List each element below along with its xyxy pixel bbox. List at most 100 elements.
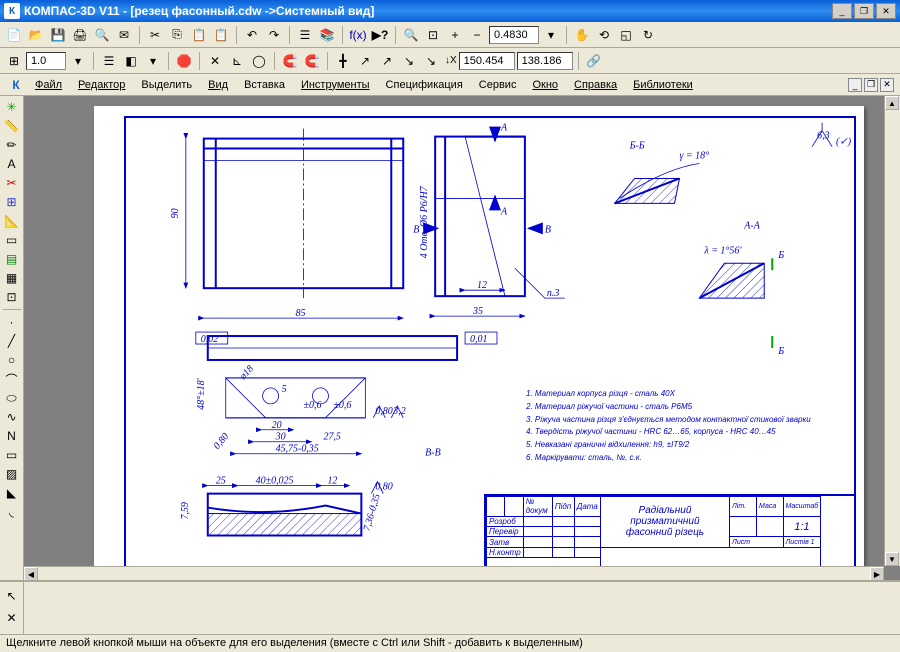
chamfer-tool[interactable]: ◣ [2,484,22,502]
zoom-out-button[interactable]: − [467,25,487,45]
dim-48: 48°±18' [196,377,207,409]
layer-state-button[interactable]: ◧ [121,51,141,71]
zoom-window-button[interactable]: ⊡ [423,25,443,45]
polyline-tool[interactable]: Ν [2,427,22,445]
open-button[interactable]: 📂 [26,25,46,45]
menu-tools[interactable]: Инструменты [294,77,377,93]
zoom-fit-button[interactable]: 🔍 [401,25,421,45]
scroll-down-button[interactable]: ▼ [885,552,899,566]
paste-special-button[interactable]: 📋 [211,25,231,45]
coord-x-input[interactable]: 150.454 [459,52,515,70]
menu-insert[interactable]: Вставка [237,77,292,93]
menu-view[interactable]: Вид [201,77,235,93]
ortho-button[interactable]: ⊾ [227,51,247,71]
layers-button[interactable]: ☰ [99,51,119,71]
variable-button[interactable]: f(x) [348,25,368,45]
mdi-close-button[interactable]: ✕ [880,78,894,92]
help-button[interactable]: ▶? [370,25,390,45]
tb-appr: Затв [487,537,524,547]
links-button[interactable]: 🔗 [584,51,604,71]
geometry-tool[interactable]: ✳ [2,98,22,116]
stop-button[interactable]: 🛑 [174,51,194,71]
tb-norm: Н.контр [487,547,524,557]
fillet-tool[interactable]: ◟ [2,503,22,521]
point-tool[interactable]: · [2,313,22,331]
rect-tool[interactable]: ▭ [2,446,22,464]
properties-button[interactable]: ☰ [295,25,315,45]
undo-button[interactable]: ↶ [242,25,262,45]
dim-30: 30 [275,432,286,443]
zoom-all-button[interactable]: ◱ [616,25,636,45]
scroll-left-button[interactable]: ◀ [24,567,38,581]
new-button[interactable]: 📄 [4,25,24,45]
cut-button[interactable]: ✂ [145,25,165,45]
coord-y-input[interactable]: 138.186 [517,52,573,70]
ellipse-tool[interactable]: ⬭ [2,389,22,407]
app-menu-icon[interactable]: К [6,75,26,95]
autoaxis-tool[interactable]: ✕ [2,608,22,628]
coord4-button[interactable]: ↘ [421,51,441,71]
menu-select[interactable]: Выделить [134,77,199,93]
localcs-button[interactable]: ╋ [333,51,353,71]
paste-button[interactable]: 📋 [189,25,209,45]
save-button[interactable]: 💾 [48,25,68,45]
snap-toggle-button[interactable]: ✕ [205,51,225,71]
dim-275: 27,5 [323,432,340,443]
coord1-button[interactable]: ↗ [355,51,375,71]
drawing-canvas[interactable]: 6,3 (✓) 90 85 [24,96,900,582]
coord3-button[interactable]: ↘ [399,51,419,71]
menu-editor[interactable]: Редактор [71,77,132,93]
library-button[interactable]: 📚 [317,25,337,45]
symbol-tool[interactable]: ✏ [2,136,22,154]
dropdown-icon[interactable]: ▾ [541,25,561,45]
close-button[interactable]: ✕ [876,3,896,19]
circle-tool[interactable]: ○ [2,351,22,369]
scroll-up-button[interactable]: ▲ [885,96,899,110]
report-tool[interactable]: ▦ [2,269,22,287]
print-button[interactable]: 🖨 [70,25,90,45]
menu-spec[interactable]: Спецификация [379,77,470,93]
property-panel[interactable] [24,580,900,636]
spec-tool[interactable]: ▤ [2,250,22,268]
dropdown-icon[interactable]: ▾ [143,51,163,71]
menu-help[interactable]: Справка [567,77,624,93]
measure-tool[interactable]: 📐 [2,212,22,230]
mdi-restore-button[interactable]: ❐ [864,78,878,92]
mail-button[interactable]: ✉ [114,25,134,45]
edit-tool[interactable]: ✂ [2,174,22,192]
zoom-prev-button[interactable]: ⟲ [594,25,614,45]
spline-tool[interactable]: ∿ [2,408,22,426]
line-tool[interactable]: ╱ [2,332,22,350]
dropdown-icon[interactable]: ▾ [68,51,88,71]
dimension-tool[interactable]: 📏 [2,117,22,135]
ra06b: ±0,6 [304,400,322,411]
round-button[interactable]: ◯ [249,51,269,71]
hatch-tool[interactable]: ▨ [2,465,22,483]
scale-input[interactable]: 1.0 [26,52,66,70]
select-tool[interactable]: ▭ [2,231,22,249]
maximize-button[interactable]: ❐ [854,3,874,19]
snap-end-button[interactable]: 🧲 [280,51,300,71]
minimize-button[interactable]: _ [832,3,852,19]
copy-button[interactable]: ⎘ [167,25,187,45]
menu-libs[interactable]: Библиотеки [626,77,700,93]
param-tool[interactable]: ⊞ [2,193,22,211]
snap-mid-button[interactable]: 🧲 [302,51,322,71]
text-tool[interactable]: A [2,155,22,173]
scroll-right-button[interactable]: ▶ [870,567,884,581]
arc-tool[interactable]: ⌒ [2,370,22,388]
menu-file[interactable]: Файл [28,77,69,93]
insert-view-tool[interactable]: ⊡ [2,288,22,306]
redo-button[interactable]: ↷ [264,25,284,45]
zoom-in-button[interactable]: + [445,25,465,45]
redraw-button[interactable]: ↻ [638,25,658,45]
grid-icon[interactable]: ⊞ [4,51,24,71]
menu-service[interactable]: Сервис [472,77,524,93]
pan-button[interactable]: ✋ [572,25,592,45]
coord2-button[interactable]: ↗ [377,51,397,71]
zoom-value-input[interactable]: 0.4830 [489,26,539,44]
menu-window[interactable]: Окно [525,77,565,93]
cursor-tool[interactable]: ↖ [2,586,22,606]
preview-button[interactable]: 🔍 [92,25,112,45]
mdi-minimize-button[interactable]: _ [848,78,862,92]
